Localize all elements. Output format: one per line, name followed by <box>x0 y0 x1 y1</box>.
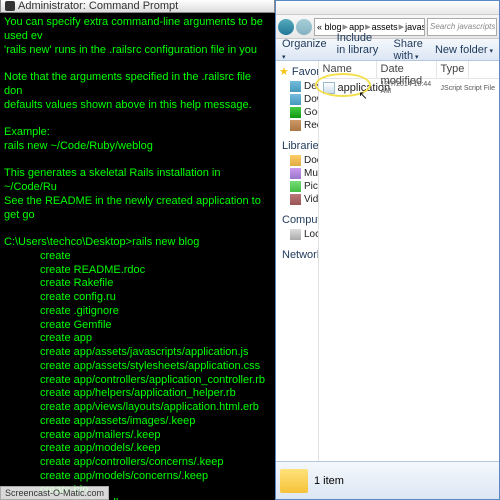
star-icon: ★ <box>279 65 289 78</box>
disk-icon <box>290 229 301 240</box>
file-name: application <box>338 82 381 94</box>
file-date: 12/7/2014 10:44 AM <box>381 81 441 95</box>
nav-forward-button[interactable] <box>296 19 312 35</box>
favorites-header[interactable]: ★Favorites <box>276 61 318 80</box>
search-input[interactable]: Search javascripts <box>427 18 497 36</box>
nav-back-button[interactable] <box>278 19 294 35</box>
file-type: JScript Script File <box>441 85 495 92</box>
sidebar-item[interactable]: Documents <box>276 154 318 167</box>
status-text: 1 item <box>314 475 344 487</box>
new-folder-button[interactable]: New folder <box>435 44 493 56</box>
share-menu[interactable]: Share with <box>394 38 425 62</box>
folder-icon <box>280 469 308 493</box>
sidebar-item[interactable]: Recent Places <box>276 119 318 132</box>
sidebar-item[interactable]: Music <box>276 167 318 180</box>
col-type[interactable]: Type <box>437 61 470 78</box>
explorer-addressbar-row: « blog▸app▸assets▸javascripts Search jav… <box>276 15 499 39</box>
file-row-application[interactable]: application ↖ 12/7/2014 10:44 AM JScript… <box>319 79 499 97</box>
folder-icon <box>290 107 301 118</box>
explorer-window: « blog▸app▸assets▸javascripts Search jav… <box>275 0 500 500</box>
library-item-icon <box>290 168 301 179</box>
explorer-sidebar: ★Favorites DesktopDownloadsGoogle DriveR… <box>276 61 319 461</box>
sidebar-item[interactable]: Google Drive <box>276 106 318 119</box>
explorer-titlebar[interactable] <box>276 1 499 15</box>
cmd-title-text: Administrator: Command Prompt <box>18 0 178 12</box>
column-headers[interactable]: Name Date modified Type <box>319 61 499 79</box>
sidebar-item[interactable]: Downloads <box>276 93 318 106</box>
library-item-icon <box>290 155 301 166</box>
cmd-icon <box>5 1 15 11</box>
network-header[interactable]: Network <box>276 241 318 263</box>
jscript-file-icon <box>323 82 335 94</box>
sidebar-item[interactable]: Videos <box>276 193 318 206</box>
file-list-pane[interactable]: Name Date modified Type application ↖ 12… <box>319 61 499 461</box>
watermark: Screencast-O-Matic.com <box>0 486 109 500</box>
sidebar-item[interactable]: Desktop <box>276 80 318 93</box>
command-prompt[interactable]: You can specify extra command-line argum… <box>0 0 275 500</box>
explorer-toolbar: Organize Include in library Share with N… <box>276 39 499 61</box>
organize-menu[interactable]: Organize <box>282 38 327 62</box>
col-name[interactable]: Name <box>319 61 377 78</box>
explorer-statusbar: 1 item <box>276 461 499 499</box>
cmd-titlebar: Administrator: Command Prompt <box>0 0 275 13</box>
library-item-icon <box>290 181 301 192</box>
folder-icon <box>290 94 301 105</box>
sidebar-item[interactable]: Pictures <box>276 180 318 193</box>
libraries-header[interactable]: Libraries <box>276 132 318 154</box>
folder-icon <box>290 81 301 92</box>
library-item-icon <box>290 194 301 205</box>
col-date[interactable]: Date modified <box>377 61 437 78</box>
folder-icon <box>290 120 301 131</box>
computer-header[interactable]: Computer <box>276 206 318 228</box>
sidebar-item[interactable]: Local Disk (C:) <box>276 228 318 241</box>
